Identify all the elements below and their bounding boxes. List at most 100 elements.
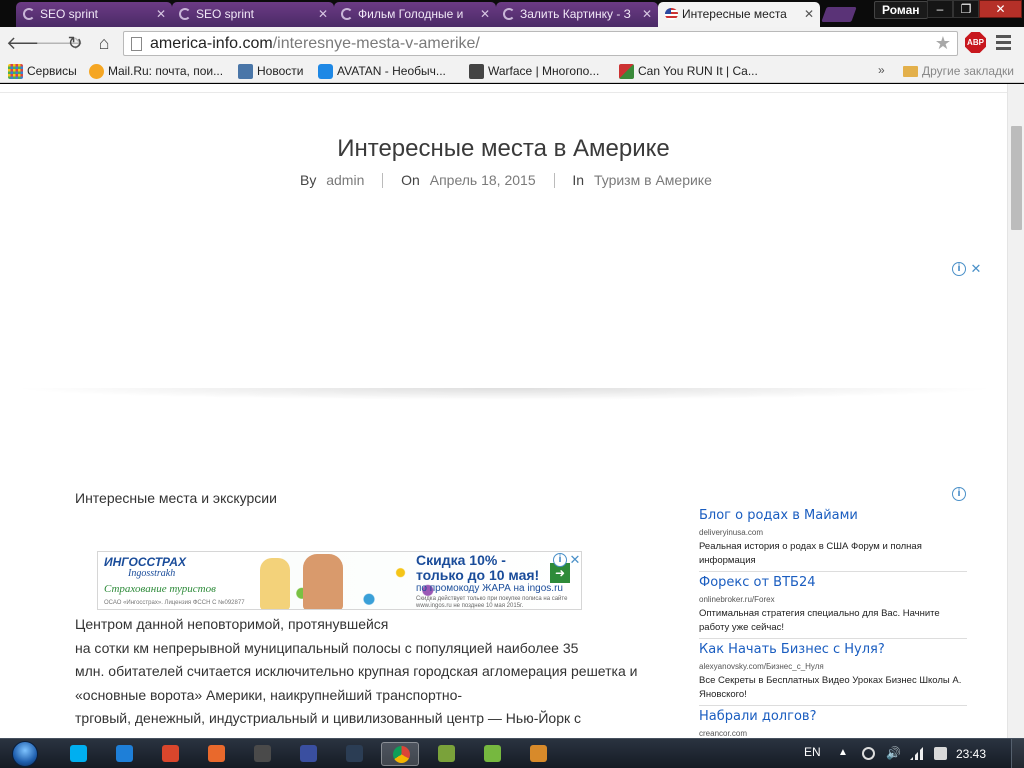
chrome-menu-icon[interactable]	[996, 35, 1011, 53]
vk-icon	[238, 64, 253, 79]
banner-slogan: Страхование туристов	[104, 583, 216, 595]
tab-title: Залить Картинку - З	[520, 7, 631, 21]
language-indicator[interactable]: EN	[804, 745, 821, 759]
sidebar-ad-4[interactable]: Набрали долгов? creancor.com	[699, 709, 967, 738]
loading-spinner-icon	[23, 8, 35, 20]
bookmark-vk[interactable]: Новости	[238, 63, 303, 80]
sidebar-ad-title[interactable]: Как Начать Бизнес с Нуля?	[699, 642, 967, 657]
show-hidden-icons-icon[interactable]: ▲	[838, 747, 851, 760]
meta-author-link[interactable]: admin	[326, 172, 364, 188]
steam-icon	[346, 745, 363, 762]
other-bookmarks-label: Другие закладки	[922, 64, 1014, 78]
taskbar-app-button[interactable]	[381, 742, 419, 766]
sidebar-ad-title[interactable]: Форекс от ВТБ24	[699, 575, 967, 590]
network-icon[interactable]	[910, 747, 923, 760]
tab-3[interactable]: Фильм Голодные и ✕	[334, 2, 496, 27]
close-tab-icon[interactable]: ✕	[318, 2, 328, 26]
taskbar-app-button[interactable]	[105, 742, 143, 766]
page-viewport: Интересные места в Америке By admin On А…	[0, 84, 1024, 738]
other-bookmarks-folder[interactable]: Другие закладки	[903, 63, 1014, 80]
show-desktop-button[interactable]	[1011, 739, 1024, 768]
close-tab-icon[interactable]: ✕	[156, 2, 166, 26]
taskbar-app-button[interactable]	[243, 742, 281, 766]
banner-child-image	[303, 554, 343, 609]
loading-spinner-icon	[341, 8, 353, 20]
clock[interactable]: 23:43	[956, 747, 986, 761]
scrollbar-thumb[interactable]	[1011, 126, 1022, 230]
close-window-button[interactable]: ✕	[979, 0, 1022, 18]
taskbar-app-button[interactable]	[519, 742, 557, 766]
ccleaner-icon	[162, 745, 179, 762]
ad-close-icon[interactable]: ✕	[969, 262, 983, 276]
location-icon	[208, 745, 225, 762]
sidebar-ad-divider	[699, 571, 967, 572]
banner-logo-script: Ingosstrakh	[128, 568, 176, 579]
back-button[interactable]: 🡐	[6, 32, 54, 54]
apps-grid-icon	[8, 64, 23, 79]
profile-button[interactable]: Роман	[874, 1, 928, 19]
sidebar-ad-title[interactable]: Набрали долгов?	[699, 709, 967, 724]
tray-app-icon[interactable]	[862, 747, 875, 760]
sidebar-ad-divider	[699, 705, 967, 706]
camera-icon	[438, 745, 455, 762]
adchoices-icon[interactable]: i	[952, 487, 966, 501]
meta-category-link[interactable]: Туризм в Америке	[594, 172, 712, 188]
bookmarks-overflow-button[interactable]: »	[878, 63, 885, 77]
ad-close-icon[interactable]: ✕	[568, 553, 581, 567]
tab-4[interactable]: Залить Картинку - З ✕	[496, 2, 658, 27]
taskbar-app-button[interactable]	[59, 742, 97, 766]
adchoices-icon[interactable]: i	[952, 262, 966, 276]
forward-button[interactable]: 🡒	[35, 32, 83, 54]
volume-icon[interactable]: 🔊	[886, 747, 901, 760]
reload-button[interactable]: ↻	[64, 32, 86, 54]
page-scrollbar[interactable]	[1007, 84, 1024, 738]
bookmark-warface[interactable]: Warface | Многопо...	[469, 63, 599, 80]
bookmark-mailru[interactable]: Mail.Ru: почта, пои...	[89, 63, 223, 80]
banner-logo: ИНГОССТРАХ	[104, 555, 186, 569]
post-meta: By admin On Апрель 18, 2015 In Туризм в …	[300, 172, 712, 188]
cube-icon	[530, 745, 547, 762]
adchoices-icon[interactable]: i	[553, 553, 567, 567]
bookmark-label: Новости	[257, 64, 304, 78]
bookmark-avatan[interactable]: AVATAN - Необыч...	[318, 63, 446, 80]
tab-2[interactable]: SEO sprint ✕	[172, 2, 334, 27]
address-bar[interactable]: america-info.com/interesnye-mesta-v-amer…	[123, 31, 958, 56]
bookmark-services[interactable]: Сервисы	[8, 63, 77, 80]
sidebar-ad-2[interactable]: Форекс от ВТБ24 onlinebroker.ru/Forex Оп…	[699, 575, 967, 635]
close-tab-icon[interactable]: ✕	[642, 2, 652, 26]
close-tab-icon[interactable]: ✕	[480, 2, 490, 26]
folder-icon	[903, 66, 918, 77]
home-button[interactable]: ⌂	[93, 32, 115, 54]
tab-5-active[interactable]: Интересные места ✕	[658, 2, 820, 27]
taskbar-app-button[interactable]	[151, 742, 189, 766]
action-center-icon[interactable]	[934, 747, 947, 760]
banner-offer-line1: Скидка 10% -	[416, 552, 506, 568]
sidebar-ad-3[interactable]: Как Начать Бизнес с Нуля? alexyanovsky.c…	[699, 642, 967, 702]
sidebar-ad-description: Реальная история о родах в США Форум и п…	[699, 541, 922, 566]
adblock-icon[interactable]: ABP	[965, 32, 986, 53]
bookmark-star-icon[interactable]: ★	[935, 32, 951, 55]
new-tab-button[interactable]	[821, 7, 857, 22]
sidebar-ad-title[interactable]: Блог о родах в Майами	[699, 508, 967, 523]
windows-logo-icon	[12, 741, 38, 767]
article-line: Центром данной неповторимой, протянувшей…	[75, 616, 389, 632]
bookmark-canyourunit[interactable]: Can You RUN It | Ca...	[619, 63, 758, 80]
bookmark-label: AVATAN - Необыч...	[337, 64, 446, 78]
maximize-button[interactable]: ❐	[953, 0, 979, 18]
taskbar-app-button[interactable]	[473, 742, 511, 766]
taskbar-app-button[interactable]	[335, 742, 373, 766]
bookmark-label: Mail.Ru: почта, пои...	[108, 64, 224, 78]
tab-1[interactable]: SEO sprint ✕	[16, 2, 172, 27]
windows-taskbar: EN ▲ 🔊 23:43	[0, 738, 1024, 768]
taskbar-app-button[interactable]	[289, 742, 327, 766]
minimize-button[interactable]: –	[927, 0, 953, 18]
post-title: Интересные места в Америке	[337, 135, 670, 162]
start-button[interactable]	[4, 739, 44, 768]
close-tab-icon[interactable]: ✕	[804, 2, 814, 26]
meta-separator	[553, 173, 555, 188]
meta-by-label: By	[300, 172, 317, 188]
ingosstrakh-banner-ad[interactable]: ИНГОССТРАХ Ingosstrakh Страхование турис…	[97, 551, 582, 610]
taskbar-app-button[interactable]	[427, 742, 465, 766]
taskbar-app-button[interactable]	[197, 742, 235, 766]
sidebar-ad-1[interactable]: Блог о родах в Майами deliveryinusa.com …	[699, 508, 967, 568]
